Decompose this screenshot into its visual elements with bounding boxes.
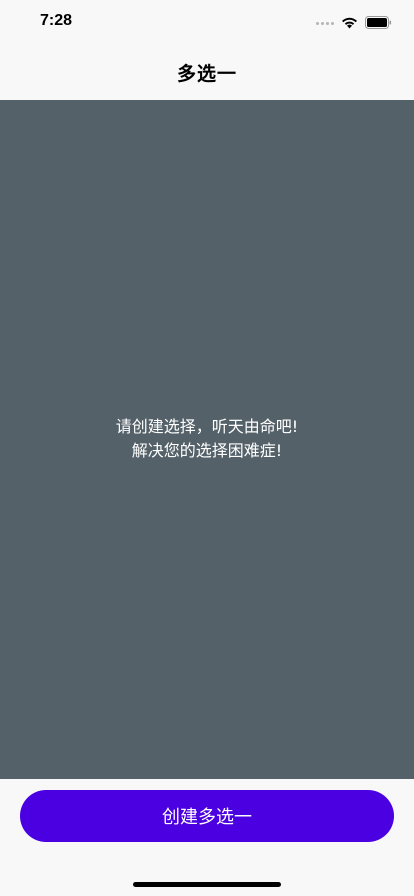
status-time: 7:28 <box>40 12 73 29</box>
bottom-bar: 创建多选一 <box>0 779 414 896</box>
signal-icon <box>316 22 334 25</box>
empty-state-message: 请创建选择，听天由命吧! 解决您的选择困难症! <box>116 415 298 463</box>
empty-state-line-2: 解决您的选择困难症! <box>131 440 283 460</box>
page-title: 多选一 <box>176 62 237 85</box>
battery-icon <box>365 14 392 33</box>
status-icons <box>316 14 392 33</box>
home-indicator[interactable] <box>133 882 281 887</box>
navigation-bar: 多选一 <box>0 44 414 100</box>
empty-state-line-1: 请创建选择，听天由命吧! <box>115 416 299 436</box>
status-bar: 7:28 <box>0 0 414 44</box>
app-screen: 7:28 多选一 请创建选择，听天由命吧! 解决您的选择困难症! 创建多选一 <box>0 0 414 896</box>
create-choice-button[interactable]: 创建多选一 <box>20 790 394 842</box>
main-content-area: 请创建选择，听天由命吧! 解决您的选择困难症! <box>0 100 414 779</box>
wifi-icon <box>341 14 358 33</box>
